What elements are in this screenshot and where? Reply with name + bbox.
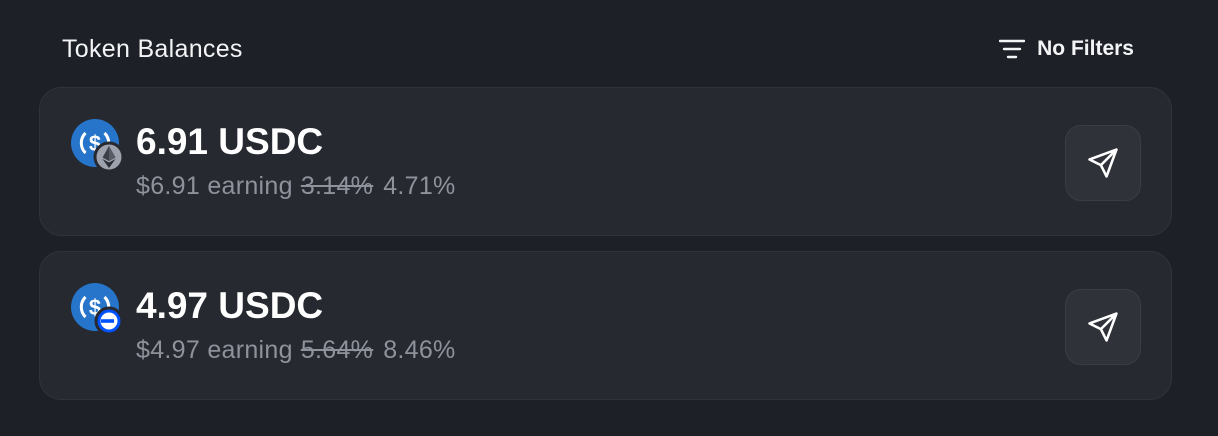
send-button[interactable] (1065, 289, 1141, 365)
token-earning-info: $4.97 earning 5.64% 8.46% (136, 336, 456, 365)
earning-label: earning (207, 172, 293, 200)
filter-button[interactable]: No Filters (999, 37, 1134, 61)
filter-lines-icon (999, 38, 1026, 60)
token-earning-info: $6.91 earning 3.14% 4.71% (136, 172, 456, 201)
token-card[interactable]: $ 4.97 USDC $4.97 earning 5.64% 8.46% (39, 251, 1172, 400)
base-badge-icon (94, 306, 124, 336)
old-rate: 5.64% (300, 336, 374, 364)
usdc-icon: $ (71, 283, 124, 336)
token-amount: 6.91 USDC (136, 121, 324, 162)
token-amount: 4.97 USDC (136, 285, 324, 326)
usd-value: $4.97 (136, 336, 201, 364)
usd-value: $6.91 (136, 172, 201, 200)
send-icon (1088, 148, 1118, 178)
section-header: Token Balances No Filters (62, 28, 1134, 70)
section-title: Token Balances (62, 34, 243, 63)
usdc-icon: $ (71, 119, 125, 173)
ethereum-badge-icon (93, 141, 125, 173)
token-icon-group: $ (71, 283, 124, 336)
old-rate: 3.14% (300, 172, 374, 200)
earning-label: earning (207, 336, 293, 364)
filter-label: No Filters (1037, 37, 1134, 60)
token-icon-group: $ (71, 119, 125, 173)
token-card[interactable]: $ 6.91 USDC $6.91 earning 3.14% 4.71% (39, 87, 1172, 236)
send-icon (1088, 312, 1118, 342)
new-rate: 4.71% (383, 172, 456, 200)
new-rate: 8.46% (383, 336, 456, 364)
send-button[interactable] (1065, 125, 1141, 201)
